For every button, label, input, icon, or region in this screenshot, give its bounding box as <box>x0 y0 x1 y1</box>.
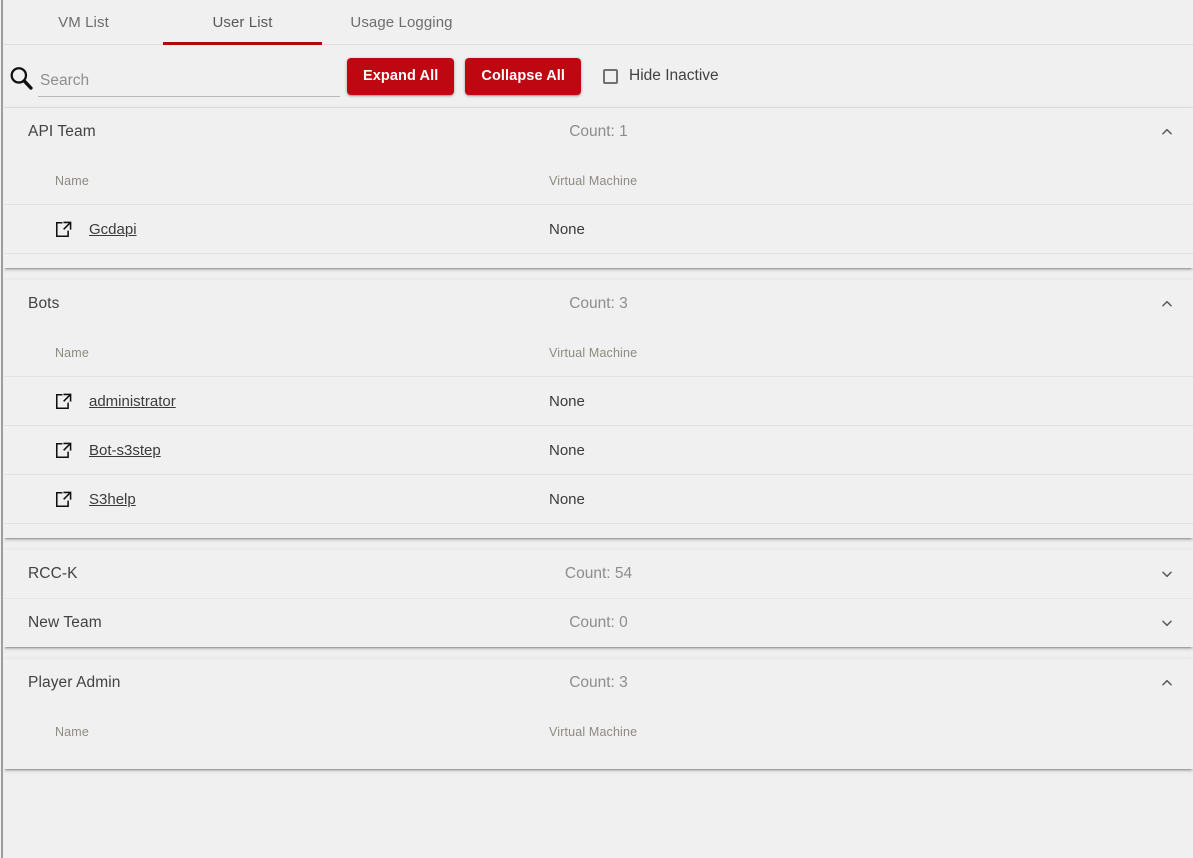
panel-header[interactable]: BotsCount: 3 <box>4 280 1193 328</box>
external-link-icon[interactable] <box>55 393 72 410</box>
table-header-row: NameVirtual Machine <box>4 156 1193 205</box>
accordion-panel: RCC-KCount: 54 <box>4 550 1193 598</box>
external-link-icon[interactable] <box>55 491 72 508</box>
panel-header[interactable]: API TeamCount: 1 <box>4 108 1193 156</box>
search-box <box>8 55 340 97</box>
panel-count: Count: 3 <box>4 674 1193 692</box>
chevron-down-icon[interactable] <box>1160 567 1174 581</box>
external-link-icon[interactable] <box>55 221 72 238</box>
accordion-group: Player AdminCount: 3NameVirtual Machine <box>4 659 1193 769</box>
panel-count: Count: 54 <box>4 565 1193 583</box>
user-link[interactable]: S3help <box>89 491 136 508</box>
search-input[interactable] <box>38 71 340 97</box>
tab-usage-logging[interactable]: Usage Logging <box>322 0 481 44</box>
accordion-panel: API TeamCount: 1NameVirtual MachineGcdap… <box>4 108 1193 268</box>
panel-title: API Team <box>28 123 96 141</box>
panel-count: Count: 3 <box>4 295 1193 313</box>
panel-count: Count: 1 <box>4 123 1193 141</box>
name-cell: S3help <box>4 475 549 524</box>
collapse-all-button[interactable]: Collapse All <box>465 58 581 95</box>
panel-header[interactable]: New TeamCount: 0 <box>4 599 1193 647</box>
accordion-group: API TeamCount: 1NameVirtual MachineGcdap… <box>4 108 1193 268</box>
vm-cell: None <box>549 475 1193 524</box>
hide-inactive-label: Hide Inactive <box>629 67 719 85</box>
panel-title: Bots <box>28 295 59 313</box>
accordion-panel: BotsCount: 3NameVirtual Machineadministr… <box>4 280 1193 538</box>
panel-title: Player Admin <box>28 674 121 692</box>
accordion-group: BotsCount: 3NameVirtual Machineadministr… <box>4 280 1193 538</box>
tab-vm-list[interactable]: VM List <box>4 0 163 44</box>
name-cell: Gcdapi <box>4 205 549 254</box>
search-icon[interactable] <box>8 65 34 91</box>
vm-cell: None <box>549 377 1193 426</box>
panel-count: Count: 0 <box>4 614 1193 632</box>
table-header-row: NameVirtual Machine <box>4 707 1193 755</box>
name-cell: administrator <box>4 377 549 426</box>
hide-inactive-checkbox[interactable]: Hide Inactive <box>603 67 719 85</box>
expand-all-button[interactable]: Expand All <box>347 58 454 95</box>
chevron-up-icon[interactable] <box>1160 297 1174 311</box>
user-table: NameVirtual Machine <box>4 707 1193 755</box>
tab-user-list[interactable]: User List <box>163 0 322 44</box>
table-row: administrator None <box>4 377 1193 426</box>
accordion-group: RCC-KCount: 54New TeamCount: 0 <box>4 550 1193 647</box>
tab-bar: VM List User List Usage Logging <box>0 0 1193 45</box>
user-link[interactable]: administrator <box>89 393 176 410</box>
panel-body: NameVirtual MachineadministratorNoneBot-… <box>4 328 1193 538</box>
column-header-virtual-machine: Virtual Machine <box>549 707 1193 755</box>
tab-usage-logging-label: Usage Logging <box>350 14 452 31</box>
panel-title: New Team <box>28 614 102 632</box>
chevron-up-icon[interactable] <box>1160 125 1174 139</box>
window-left-edge <box>0 0 4 858</box>
chevron-up-icon[interactable] <box>1160 676 1174 690</box>
column-header-name: Name <box>4 328 549 377</box>
user-table: NameVirtual Machine Gcdapi None <box>4 156 1193 254</box>
accordion-panel: Player AdminCount: 3NameVirtual Machine <box>4 659 1193 769</box>
panel-header[interactable]: Player AdminCount: 3 <box>4 659 1193 707</box>
table-header-row: NameVirtual Machine <box>4 328 1193 377</box>
user-table: NameVirtual MachineadministratorNoneBot-… <box>4 328 1193 524</box>
column-header-name: Name <box>4 707 549 755</box>
toolbar: Expand All Collapse All Hide Inactive <box>0 45 1193 108</box>
user-link[interactable]: Gcdapi <box>89 221 137 238</box>
panel-body: NameVirtual Machine <box>4 707 1193 769</box>
accordion-panel: New TeamCount: 0 <box>4 598 1193 647</box>
chevron-down-icon[interactable] <box>1160 616 1174 630</box>
vm-cell: None <box>549 205 1193 254</box>
checkbox-box-icon[interactable] <box>603 69 618 84</box>
name-cell: Bot-s3step <box>4 426 549 475</box>
table-row: Gcdapi None <box>4 205 1193 254</box>
table-row: S3help None <box>4 475 1193 524</box>
column-header-name: Name <box>4 156 549 205</box>
tab-user-list-label: User List <box>212 14 272 31</box>
vm-cell: None <box>549 426 1193 475</box>
accordion-list: API TeamCount: 1NameVirtual MachineGcdap… <box>0 108 1193 769</box>
tab-vm-list-label: VM List <box>58 14 109 31</box>
column-header-virtual-machine: Virtual Machine <box>549 328 1193 377</box>
external-link-icon[interactable] <box>55 442 72 459</box>
table-row: Bot-s3step None <box>4 426 1193 475</box>
user-list-page: VM List User List Usage Logging Expand A… <box>0 0 1193 858</box>
panel-title: RCC-K <box>28 565 78 583</box>
user-link[interactable]: Bot-s3step <box>89 442 161 459</box>
panel-header[interactable]: RCC-KCount: 54 <box>4 550 1193 598</box>
column-header-virtual-machine: Virtual Machine <box>549 156 1193 205</box>
panel-body: NameVirtual Machine Gcdapi None <box>4 156 1193 268</box>
